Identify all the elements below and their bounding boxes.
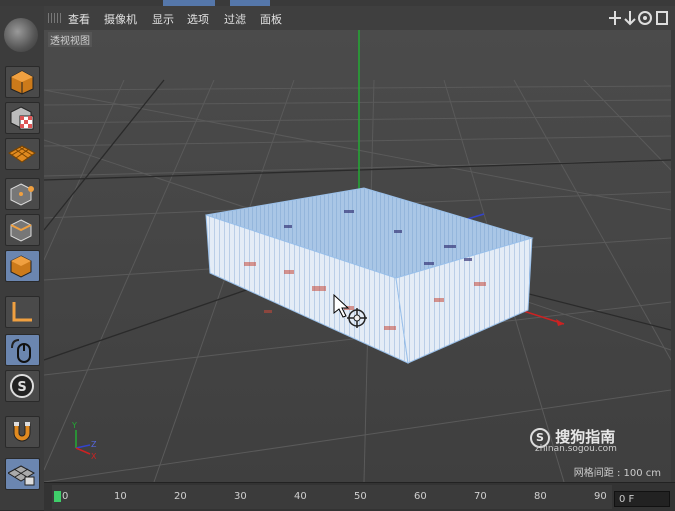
polygons-mode-icon xyxy=(10,255,32,278)
scene-canvas[interactable]: Y Z X xyxy=(44,30,671,482)
timeline-tick: 80 xyxy=(534,491,547,502)
svg-text:S: S xyxy=(17,380,26,395)
grid-lock-button[interactable] xyxy=(5,458,40,490)
viewport-nav-icons[interactable] xyxy=(609,10,669,26)
menu-panel[interactable]: 面板 xyxy=(260,11,282,27)
playhead-marker[interactable] xyxy=(54,491,61,502)
rotate-view-icon xyxy=(638,11,652,25)
timeline-tick: 20 xyxy=(174,491,187,502)
current-frame-field[interactable]: 0 F xyxy=(614,491,670,507)
workplane-mode-button[interactable] xyxy=(5,138,40,170)
timeline-tick: 30 xyxy=(234,491,247,502)
snap-icon: S xyxy=(10,374,34,398)
menu-view[interactable]: 查看 xyxy=(68,11,90,27)
points-mode-button[interactable] xyxy=(5,178,40,210)
timeline-ruler[interactable]: 0 10 20 30 40 50 60 70 80 90 xyxy=(52,485,612,509)
model-mode-icon xyxy=(10,70,34,95)
edges-mode-button[interactable] xyxy=(5,214,40,246)
model-mode-button[interactable] xyxy=(5,66,40,98)
texture-mode-button[interactable] xyxy=(5,102,40,134)
workplane-mode-icon xyxy=(8,145,36,163)
grid-lock-icon xyxy=(8,465,36,486)
timeline-tick: 70 xyxy=(474,491,487,502)
axis-mode-icon xyxy=(12,302,32,322)
timeline-tick: 10 xyxy=(114,491,127,502)
grip-handle[interactable] xyxy=(48,13,62,23)
axis-label-x: X xyxy=(91,452,97,461)
menu-filter[interactable]: 过滤 xyxy=(224,11,246,27)
mouse-tweak-icon xyxy=(11,339,31,363)
texture-mode-icon xyxy=(10,106,34,130)
menu-display[interactable]: 显示 xyxy=(152,11,174,27)
move-view-icon xyxy=(609,11,621,25)
watermark-site: zhinan.sogou.com xyxy=(535,444,617,454)
timeline-bar: 0 10 20 30 40 50 60 70 80 90 0 F xyxy=(44,482,675,511)
viewport-menu-bar: 查看 摄像机 显示 选项 过滤 面板 xyxy=(44,6,675,31)
toggle-view-icon xyxy=(656,11,668,25)
snap-button[interactable]: S xyxy=(5,370,40,402)
magnet-icon xyxy=(13,422,31,442)
timeline-tick: 40 xyxy=(294,491,307,502)
magnet-button[interactable] xyxy=(5,416,40,448)
tweak-mode-button[interactable] xyxy=(5,334,40,366)
axis-label-z: Z xyxy=(91,440,97,449)
axis-label-y: Y xyxy=(71,421,77,430)
timeline-tick: 60 xyxy=(414,491,427,502)
menu-options[interactable]: 选项 xyxy=(187,11,209,27)
perspective-viewport[interactable]: Y Z X 透视视图 网格间距 : 100 cm xyxy=(44,30,671,482)
timeline-tick: 50 xyxy=(354,491,367,502)
edges-mode-icon xyxy=(10,219,32,242)
left-toolbar: S xyxy=(0,6,45,510)
zoom-view-icon xyxy=(624,11,636,26)
right-panel-edge xyxy=(671,30,675,482)
polygons-mode-button[interactable] xyxy=(5,250,40,282)
viewport-title: 透视视图 xyxy=(48,32,92,47)
points-mode-icon xyxy=(10,183,34,206)
timeline-tick: 90 xyxy=(594,491,607,502)
axis-mode-button[interactable] xyxy=(5,296,40,328)
app-logo-icon xyxy=(4,18,38,52)
timeline-tick: 0 xyxy=(62,491,69,502)
menu-camera[interactable]: 摄像机 xyxy=(104,11,137,27)
grid-spacing-readout: 网格间距 : 100 cm xyxy=(573,468,661,479)
